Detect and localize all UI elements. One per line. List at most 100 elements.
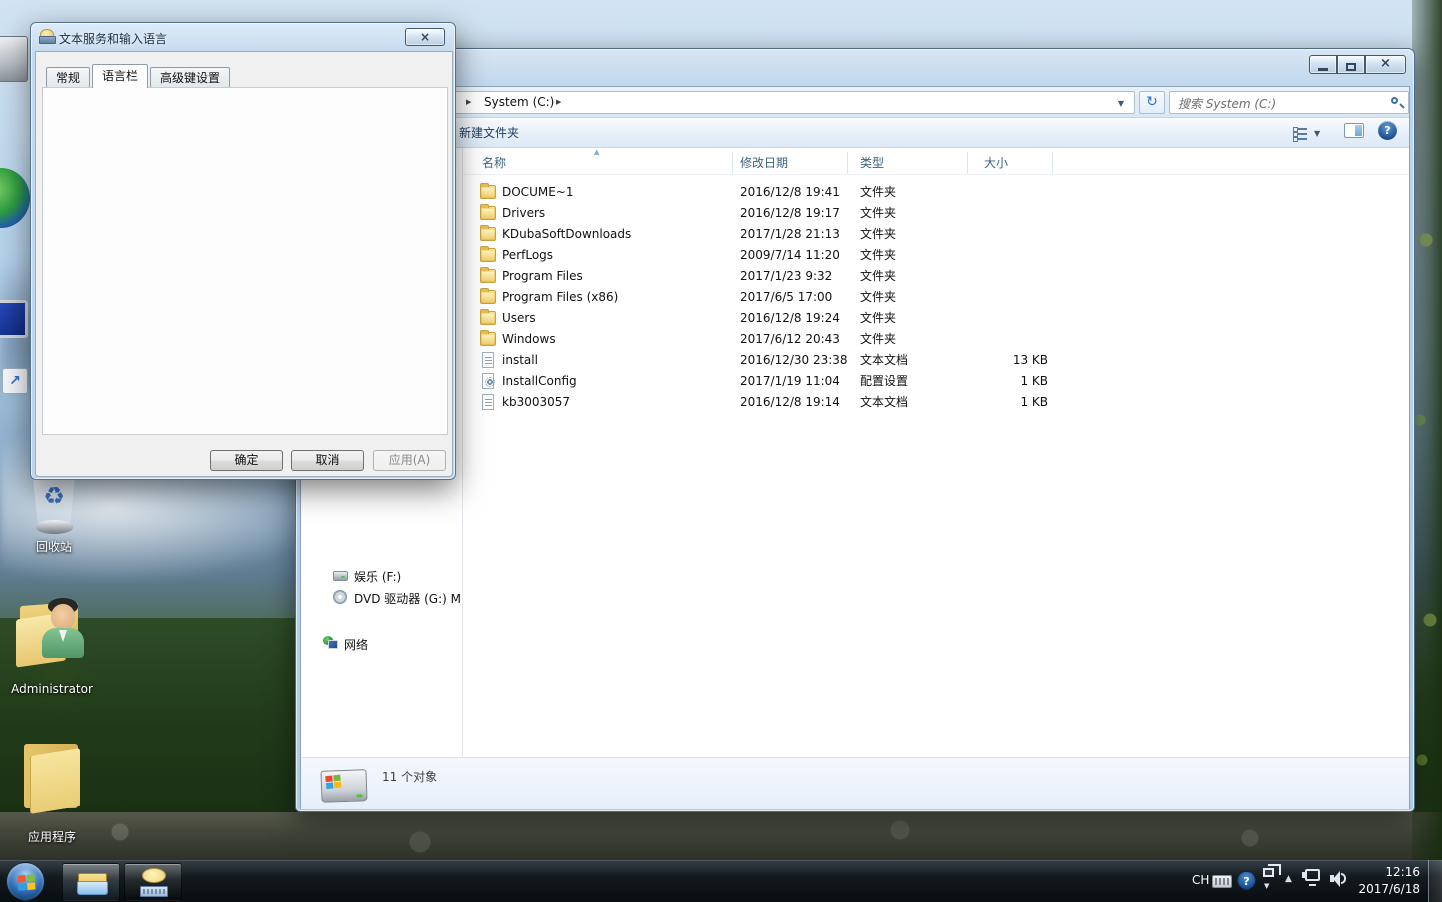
refresh-button[interactable]: ↻ — [1139, 91, 1165, 114]
cell-type: 文本文档 — [860, 392, 908, 413]
address-dropdown-icon[interactable]: ▼ — [1118, 99, 1124, 108]
column-separator[interactable] — [967, 152, 968, 174]
nav-item-network[interactable]: 网络 — [301, 634, 463, 653]
search-input[interactable]: 搜索 System (C:) — [1169, 91, 1409, 114]
column-header-name[interactable]: 名称 — [482, 152, 506, 174]
folder-icon — [480, 332, 496, 346]
table-row[interactable]: Program Files2017/1/23 9:32文件夹 — [463, 266, 1409, 287]
address-bar[interactable]: ▶ System (C:) ▶ ▼ — [355, 91, 1135, 114]
chevron-down-icon[interactable]: ▼ — [1264, 882, 1269, 890]
desktop-icon-recycle-bin[interactable]: ♻ — [24, 474, 84, 540]
close-icon[interactable]: × — [405, 28, 445, 46]
cell-size: 1 KB — [943, 371, 1048, 392]
partial-monitor-icon[interactable] — [0, 300, 28, 338]
cancel-button[interactable]: 取消 — [291, 450, 364, 471]
cell-name: InstallConfig — [502, 371, 577, 392]
tab-active[interactable]: 语言栏 — [92, 64, 148, 88]
cell-date: 2017/6/12 20:43 — [740, 329, 840, 350]
taskbar-language-tool-button[interactable] — [124, 863, 182, 901]
tray-language-indicator[interactable]: CH — [1192, 873, 1209, 887]
keyboard-icon — [140, 886, 168, 897]
table-row[interactable]: kb30030572016/12/8 19:14文本文档1 KB — [463, 392, 1409, 413]
table-row[interactable]: InstallConfig2017/1/19 11:04配置设置1 KB — [463, 371, 1409, 392]
sort-ascending-icon: ▲ — [594, 148, 599, 156]
column-header-date[interactable]: 修改日期 — [740, 152, 788, 174]
nav-item-drive-f[interactable]: 娱乐 (F:) — [301, 566, 463, 585]
show-desktop-button[interactable] — [1428, 860, 1442, 902]
cell-date: 2017/1/19 11:04 — [740, 371, 840, 392]
table-row[interactable]: Windows2017/6/12 20:43文件夹 — [463, 329, 1409, 350]
tray-keyboard-icon[interactable] — [1212, 875, 1232, 888]
table-row[interactable]: KDubaSoftDownloads2017/1/28 21:13文件夹 — [463, 224, 1409, 245]
desktop-icon-apps[interactable] — [14, 740, 90, 830]
cell-date: 2016/12/30 23:38 — [740, 350, 848, 371]
header-divider — [463, 174, 1409, 175]
tray-clock[interactable]: 12:16 2017/6/18 — [1346, 864, 1420, 898]
tray-language-dock-icon[interactable] — [1263, 868, 1274, 877]
desktop-icon-administrator[interactable] — [12, 596, 92, 682]
table-row[interactable]: install2016/12/30 23:38文本文档13 KB — [463, 350, 1409, 371]
cell-date: 2016/12/8 19:17 — [740, 203, 840, 224]
table-row[interactable]: Program Files (x86)2017/6/5 17:00文件夹 — [463, 287, 1409, 308]
preview-pane-button[interactable] — [1344, 123, 1364, 138]
system-drive-icon — [320, 769, 367, 803]
tray-network-icon[interactable] — [1305, 869, 1320, 881]
balloon-icon — [142, 868, 166, 883]
cell-type: 文件夹 — [860, 203, 896, 224]
folder-icon — [480, 185, 496, 199]
tray-help-icon[interactable]: ? — [1237, 871, 1256, 890]
partial-shortcut-icon[interactable]: ↗ — [2, 368, 28, 394]
close-icon[interactable]: × — [1365, 55, 1406, 74]
table-row[interactable]: Users2016/12/8 19:24文件夹 — [463, 308, 1409, 329]
tab-inactive[interactable]: 高级键设置 — [150, 67, 230, 88]
folder-icon — [480, 227, 496, 241]
chevron-down-icon: ▼ — [1314, 129, 1320, 138]
breadcrumb[interactable]: System (C:) — [484, 92, 554, 113]
status-item-count: 11 个对象 — [382, 768, 437, 785]
column-header-size[interactable]: 大小 — [984, 152, 1008, 174]
cell-name: PerfLogs — [502, 245, 553, 266]
cell-size: 1 KB — [943, 392, 1048, 413]
start-button[interactable] — [6, 862, 45, 901]
folder-icon — [480, 290, 496, 304]
column-separator[interactable] — [847, 152, 848, 174]
clock-time: 12:16 — [1346, 864, 1420, 881]
column-separator[interactable] — [732, 152, 733, 174]
views-button[interactable]: ▼ — [1287, 122, 1335, 144]
tab-inactive[interactable]: 常规 — [46, 67, 90, 88]
breadcrumb-chevron-icon[interactable]: ▶ — [556, 92, 561, 113]
clock-date: 2017/6/18 — [1346, 881, 1420, 898]
partial-globe-icon[interactable] — [0, 168, 30, 228]
status-bar: 11 个对象 — [301, 757, 1409, 809]
title-bar[interactable] — [296, 49, 1416, 86]
folder-icon — [480, 311, 496, 325]
column-header-type[interactable]: 类型 — [860, 152, 884, 174]
nav-item-dvd-g[interactable]: DVD 驱动器 (G:) M — [301, 588, 463, 607]
help-icon[interactable]: ? — [1378, 121, 1397, 140]
cell-date: 2016/12/8 19:14 — [740, 392, 840, 413]
folder-icon — [480, 269, 496, 283]
recycle-bin-base — [36, 520, 73, 534]
cell-name: Program Files — [502, 266, 583, 287]
new-folder-button[interactable]: 新建文件夹 — [453, 118, 525, 148]
wallpaper-rocks — [0, 812, 1442, 862]
cell-type: 文件夹 — [860, 287, 896, 308]
apply-button: 应用(A) — [373, 450, 446, 471]
recycle-bin-label: 回收站 — [6, 538, 102, 555]
wallpaper-trees — [1412, 0, 1442, 862]
taskbar-explorer-button[interactable] — [62, 863, 120, 901]
maximize-button[interactable] — [1337, 55, 1365, 74]
search-icon — [1391, 97, 1398, 104]
table-row[interactable]: DOCUME~12016/12/8 19:41文件夹 — [463, 182, 1409, 203]
partial-drive-icon[interactable] — [0, 36, 28, 82]
minimize-button[interactable] — [1309, 55, 1337, 74]
cell-type: 文件夹 — [860, 224, 896, 245]
table-row[interactable]: Drivers2016/12/8 19:17文件夹 — [463, 203, 1409, 224]
person-head — [51, 604, 75, 630]
dialog-title-bar[interactable]: 文本服务和输入语言 × — [31, 23, 455, 53]
show-hidden-icons-button[interactable]: ▲ — [1285, 874, 1292, 884]
column-separator[interactable] — [1052, 152, 1053, 174]
cell-date: 2017/1/23 9:32 — [740, 266, 832, 287]
table-row[interactable]: PerfLogs2009/7/14 11:20文件夹 — [463, 245, 1409, 266]
ok-button[interactable]: 确定 — [210, 450, 283, 471]
